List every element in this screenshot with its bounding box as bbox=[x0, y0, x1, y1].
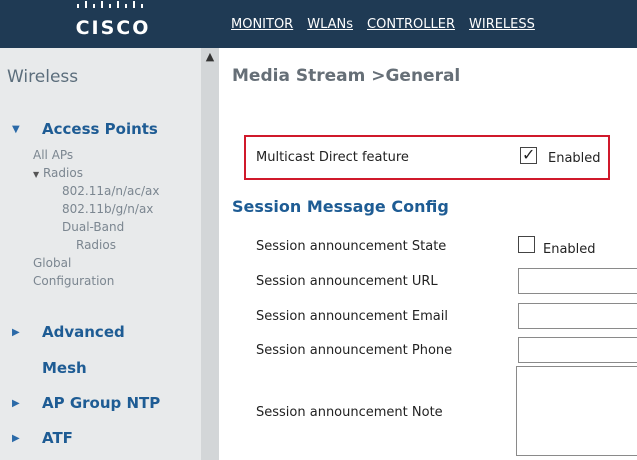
sidebar-item-ap-group-ntp[interactable]: ▶ AP Group NTP bbox=[12, 394, 160, 412]
sidebar-item-label: Access Points bbox=[42, 120, 158, 138]
sidebar-item-label: Advanced bbox=[42, 323, 125, 341]
sidebar-item-label: ATF bbox=[42, 429, 73, 447]
sidebar-item-radio-a[interactable]: 802.11a/n/ac/ax bbox=[62, 182, 159, 200]
checkmark-icon: ✓ bbox=[522, 145, 536, 164]
session-phone-input[interactable] bbox=[518, 337, 637, 363]
sidebar-item-label: AP Group NTP bbox=[42, 394, 161, 412]
sidebar-scrollbar[interactable]: ▲ bbox=[201, 48, 219, 460]
sidebar-item-radio-b[interactable]: 802.11b/g/n/ax bbox=[62, 200, 153, 218]
sidebar-item-global[interactable]: Global bbox=[33, 254, 71, 272]
nav-wlans[interactable]: WLANs bbox=[307, 17, 353, 32]
session-note-textarea[interactable] bbox=[516, 366, 637, 456]
sidebar-item-advanced[interactable]: ▶ Advanced bbox=[12, 323, 125, 341]
top-bar: CISCO MONITOR WLANs CONTROLLER WIRELESS bbox=[0, 0, 637, 48]
session-note-label: Session announcement Note bbox=[256, 405, 443, 420]
sidebar-item-label: Mesh bbox=[42, 359, 87, 377]
sidebar: Wireless ▼ Access Points All APs ▼ Radio… bbox=[0, 48, 201, 460]
sidebar-item-configuration[interactable]: Configuration bbox=[33, 272, 114, 290]
session-email-label: Session announcement Email bbox=[256, 309, 448, 324]
session-phone-label: Session announcement Phone bbox=[256, 343, 453, 358]
sidebar-item-atf[interactable]: ▶ ATF bbox=[12, 429, 73, 447]
session-url-label: Session announcement URL bbox=[256, 274, 438, 289]
scroll-up-arrow-icon[interactable]: ▲ bbox=[201, 48, 219, 66]
nav-controller[interactable]: CONTROLLER bbox=[367, 17, 455, 32]
triangle-down-icon: ▼ bbox=[12, 123, 20, 135]
sidebar-item-dual-band-radios[interactable]: Radios bbox=[76, 236, 116, 254]
page-title: Media Stream >General bbox=[232, 66, 461, 86]
multicast-enabled-label: Enabled bbox=[548, 151, 601, 166]
triangle-right-icon: ▶ bbox=[12, 397, 20, 409]
logo-text: CISCO bbox=[75, 17, 151, 39]
sidebar-item-all-aps[interactable]: All APs bbox=[33, 146, 73, 164]
sidebar-item-label: Radios bbox=[42, 166, 83, 180]
multicast-direct-label: Multicast Direct feature bbox=[256, 150, 409, 165]
nav-monitor[interactable]: MONITOR bbox=[231, 17, 293, 32]
sidebar-item-mesh[interactable]: Mesh bbox=[12, 359, 87, 377]
sidebar-item-access-points[interactable]: ▼ Access Points bbox=[12, 120, 158, 138]
triangle-down-small-icon: ▼ bbox=[33, 170, 40, 179]
session-state-checkbox[interactable] bbox=[518, 236, 535, 253]
session-message-config-heading: Session Message Config bbox=[232, 197, 449, 216]
triangle-right-icon: ▶ bbox=[12, 432, 20, 444]
cisco-logo[interactable]: CISCO bbox=[68, 0, 158, 48]
sidebar-title: Wireless bbox=[7, 67, 79, 87]
session-state-label: Session announcement State bbox=[256, 239, 447, 254]
nav-wireless[interactable]: WIRELESS bbox=[469, 17, 535, 32]
sidebar-item-radios[interactable]: ▼ Radios bbox=[33, 164, 83, 184]
main-nav: MONITOR WLANs CONTROLLER WIRELESS bbox=[231, 0, 549, 48]
multicast-enabled-checkbox[interactable]: ✓ bbox=[520, 145, 537, 164]
session-url-input[interactable] bbox=[518, 268, 637, 294]
session-state-enabled-label: Enabled bbox=[543, 242, 596, 257]
sidebar-item-dual-band[interactable]: Dual-Band bbox=[62, 218, 124, 236]
session-email-input[interactable] bbox=[518, 303, 637, 329]
triangle-right-icon: ▶ bbox=[12, 326, 20, 338]
cisco-logo-bars-icon bbox=[75, 0, 145, 10]
